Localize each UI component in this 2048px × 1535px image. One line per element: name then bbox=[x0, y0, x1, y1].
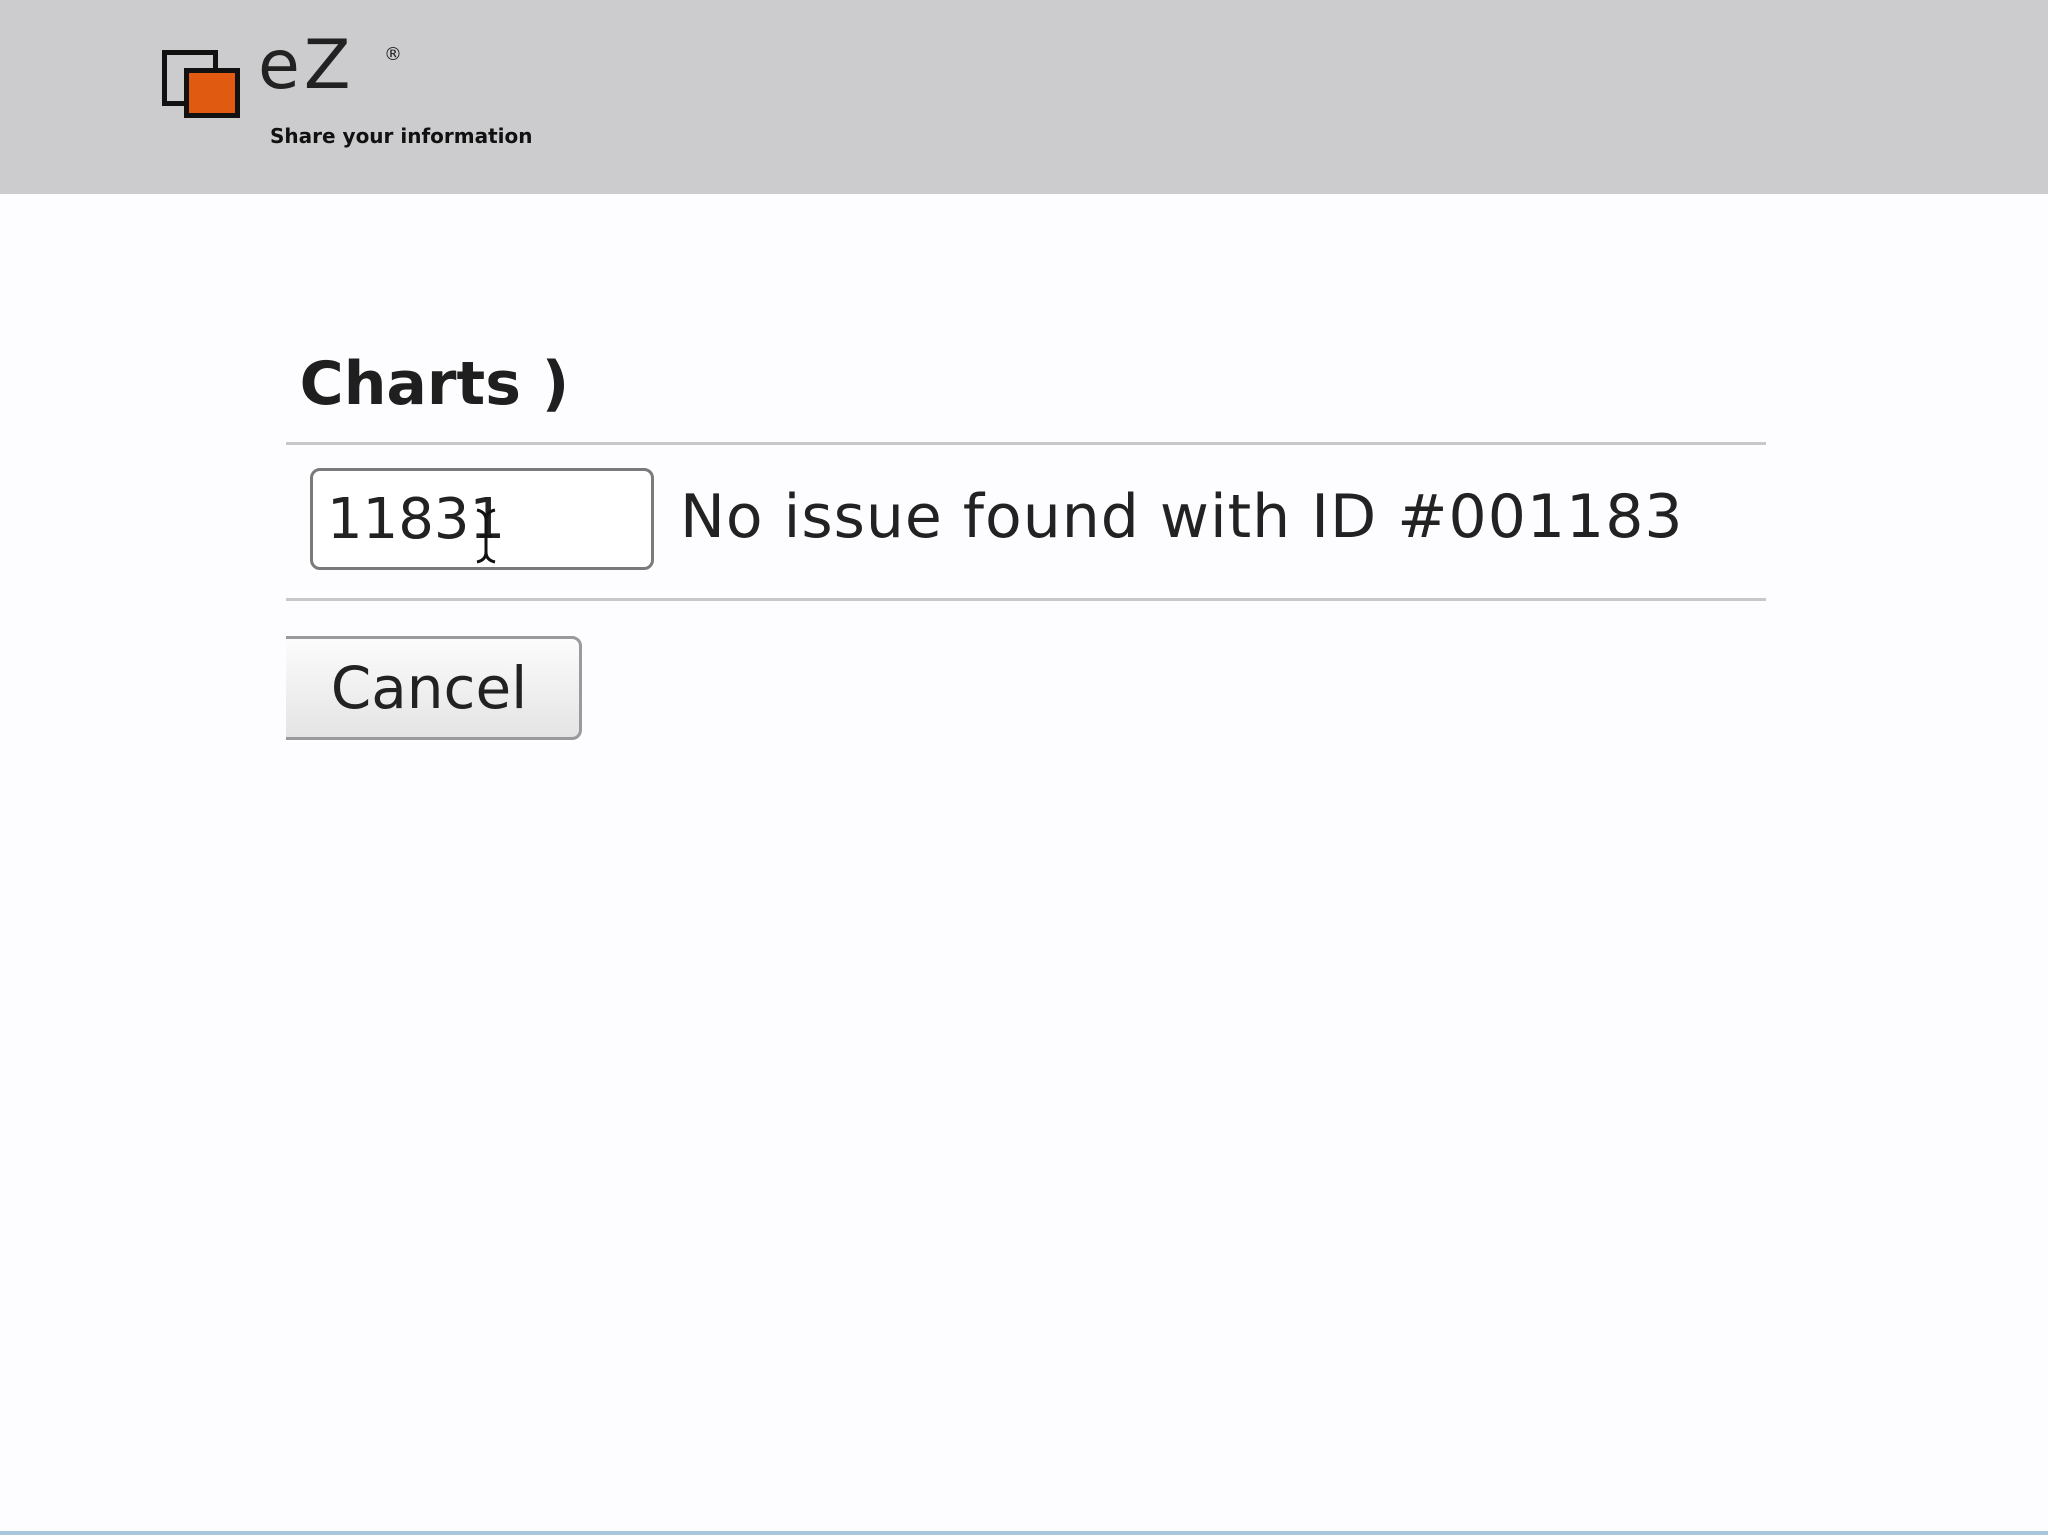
ez-logo-icon bbox=[160, 46, 242, 120]
status-message: No issue found with ID #001183 bbox=[680, 482, 1684, 552]
logo-wordmark: eZ bbox=[258, 26, 355, 105]
issue-id-input[interactable] bbox=[310, 468, 654, 570]
header-bar: eZ ® Share your information bbox=[0, 0, 2048, 194]
registered-mark: ® bbox=[384, 44, 402, 65]
logo-tagline: Share your information bbox=[270, 124, 533, 148]
divider-bottom bbox=[286, 598, 1766, 601]
page-title: · Charts ) bbox=[286, 349, 570, 419]
cancel-button[interactable]: Cancel bbox=[286, 636, 582, 740]
window-bottom-border bbox=[0, 1531, 2048, 1535]
main-content: · Charts ) No issue found with ID #00118… bbox=[0, 194, 2048, 1531]
divider-top bbox=[286, 442, 1766, 445]
issue-lookup-panel: · Charts ) No issue found with ID #00118… bbox=[286, 194, 1766, 794]
ez-logo[interactable]: eZ ® Share your information bbox=[160, 32, 540, 156]
